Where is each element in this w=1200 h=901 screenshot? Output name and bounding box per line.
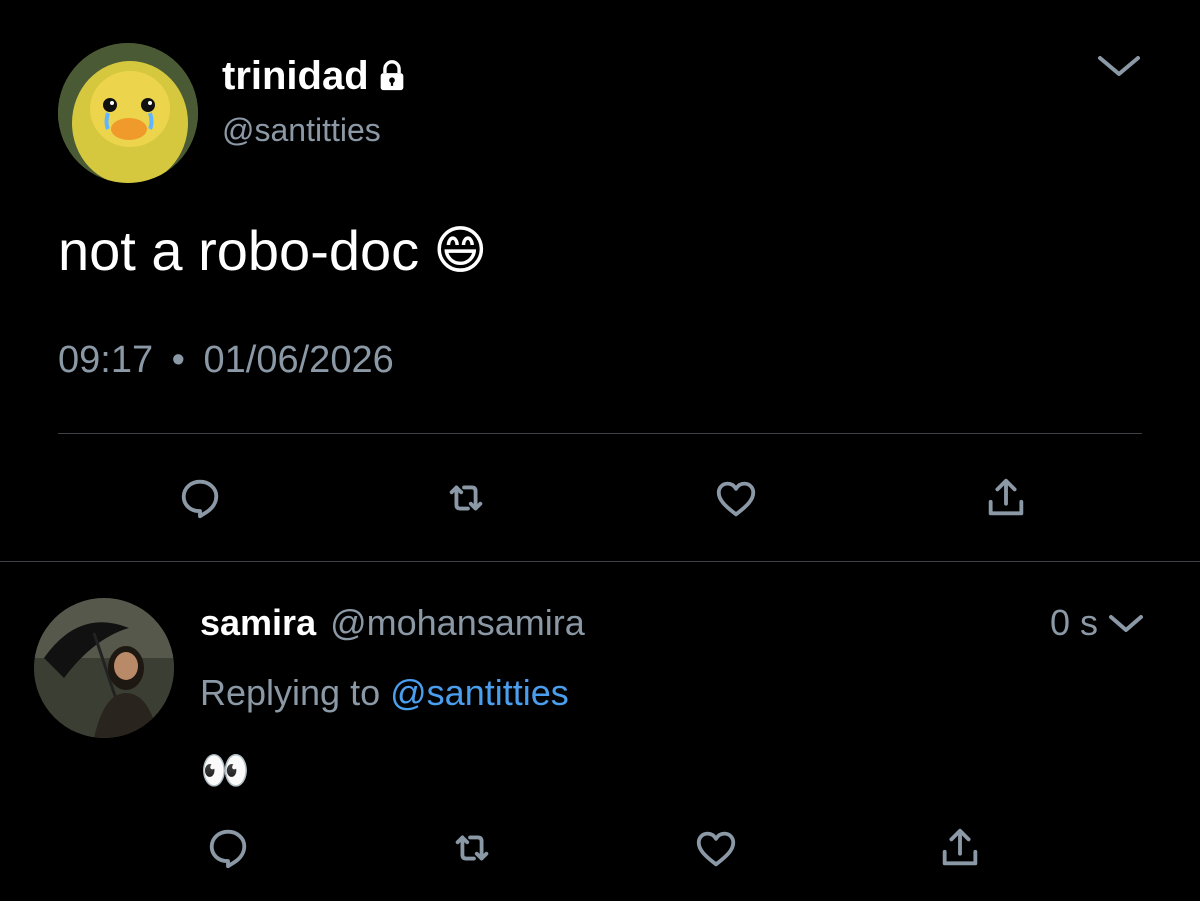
replying-prefix: Replying to — [200, 672, 381, 713]
chevron-down-icon — [1109, 615, 1144, 632]
reply-icon — [209, 829, 247, 869]
share-button[interactable] — [976, 468, 1036, 528]
reply-relative-time: 0 s — [1050, 602, 1099, 643]
reply-button[interactable] — [170, 468, 230, 528]
reply-button[interactable] — [198, 818, 258, 878]
divider — [0, 561, 1200, 562]
retweet-icon — [449, 485, 483, 511]
profile-avatar-trinidad[interactable] — [58, 43, 198, 183]
tweet-text-body: not a robo-doc — [58, 219, 420, 282]
reply-display-name: samira — [200, 602, 317, 643]
like-icon — [716, 481, 756, 517]
lock-icon — [380, 60, 404, 91]
share-icon — [988, 478, 1024, 516]
tweet-author-handle[interactable]: @santitties — [222, 110, 381, 150]
like-button[interactable] — [706, 468, 766, 528]
reply-icon — [181, 479, 219, 519]
meta-separator: • — [171, 339, 185, 381]
reply-meta: 0 s — [1050, 600, 1146, 646]
grinning-emoji: 😄 — [433, 222, 488, 280]
chevron-down-icon — [1098, 56, 1140, 76]
display-name: trinidad — [222, 54, 369, 98]
tweet-options-button[interactable] — [1094, 48, 1144, 84]
replying-to-handle-link[interactable]: @santitties — [390, 672, 569, 713]
person-with-umbrella-avatar — [34, 598, 174, 738]
tweet-time: 09:17 — [58, 339, 154, 381]
tweet-timestamp[interactable]: 09:17 • 01/06/2026 — [58, 336, 394, 384]
replying-to-line: Replying to @santitties — [200, 670, 569, 716]
retweet-icon — [455, 835, 489, 861]
share-icon — [942, 828, 978, 866]
reply-text: 👀 — [200, 749, 250, 793]
duckling-avatar — [58, 43, 198, 183]
tweet-author-name[interactable]: trinidad — [222, 52, 409, 100]
retweet-button[interactable] — [442, 818, 502, 878]
reply-options-button[interactable] — [1106, 608, 1146, 638]
profile-avatar-samira[interactable] — [34, 598, 174, 738]
tweet-text: not a robo-doc 😄 — [58, 218, 487, 284]
share-button[interactable] — [930, 818, 990, 878]
tweet-date: 01/06/2026 — [203, 339, 394, 381]
divider — [58, 433, 1142, 434]
reply-author[interactable]: samira @mohansamira — [200, 600, 585, 646]
reply-author-handle: @mohansamira — [330, 602, 585, 643]
like-icon — [696, 831, 736, 867]
like-button[interactable] — [686, 818, 746, 878]
retweet-button[interactable] — [436, 468, 496, 528]
